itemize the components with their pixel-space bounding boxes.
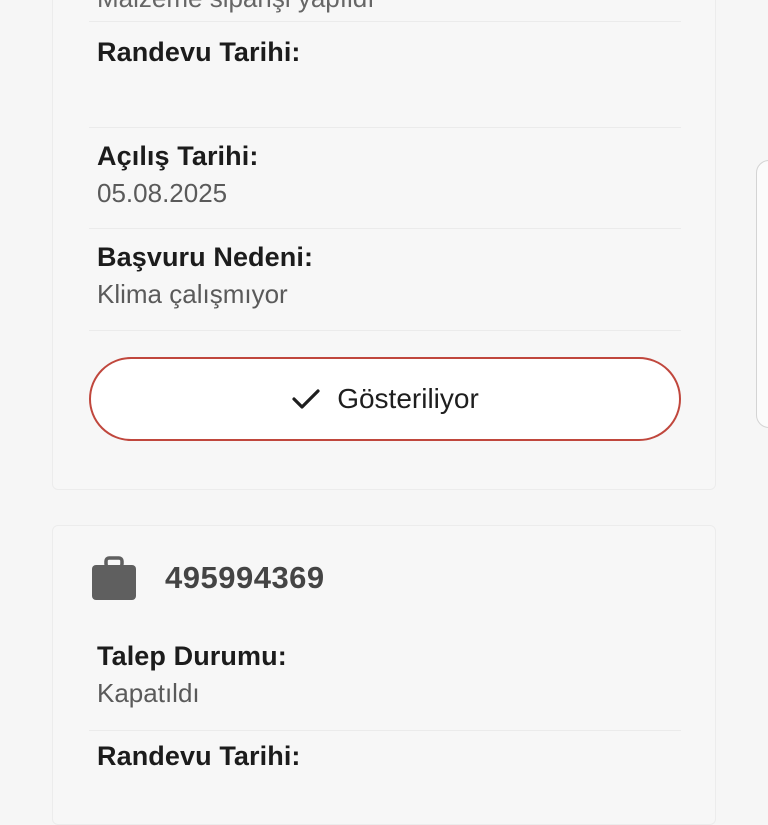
toggle-details-button[interactable]: Gösteriliyor: [89, 357, 681, 441]
divider: [89, 21, 681, 22]
divider: [89, 730, 681, 731]
appointment-field: Randevu Tarihi:: [97, 37, 681, 74]
request-status-field: Talep Durumu: Kapatıldı: [97, 641, 681, 709]
status-value-cut: Malzeme siparişi yapıldı: [97, 0, 681, 14]
request-status-value: Kapatıldı: [97, 678, 200, 708]
opening-date-value: 05.08.2025: [97, 178, 228, 208]
briefcase-icon: [92, 556, 136, 600]
reason-value: Klima çalışmıyor: [97, 279, 288, 309]
appointment-label-2: Randevu Tarihi:: [97, 741, 301, 771]
reason-label: Başvuru Nedeni:: [97, 242, 314, 272]
appointment-label: Randevu Tarihi:: [97, 37, 301, 67]
divider: [89, 228, 681, 229]
side-scroll-handle[interactable]: [756, 160, 768, 428]
divider: [89, 330, 681, 331]
request-status-label: Talep Durumu:: [97, 641, 287, 671]
ticket-card-2: 495994369 Talep Durumu: Kapatıldı Randev…: [52, 525, 716, 825]
opening-date-label: Açılış Tarihi:: [97, 141, 259, 171]
ticket-number: 495994369: [165, 560, 325, 595]
toggle-details-label: Gösteriliyor: [337, 383, 479, 414]
ticket-card-1: Malzeme siparişi yapıldı Randevu Tarihi:…: [52, 0, 716, 490]
divider: [89, 127, 681, 128]
appointment-field-2: Randevu Tarihi:: [97, 741, 681, 772]
check-icon: [292, 389, 320, 409]
opening-date-field: Açılış Tarihi: 05.08.2025: [97, 141, 681, 209]
reason-field: Başvuru Nedeni: Klima çalışmıyor: [97, 242, 681, 310]
